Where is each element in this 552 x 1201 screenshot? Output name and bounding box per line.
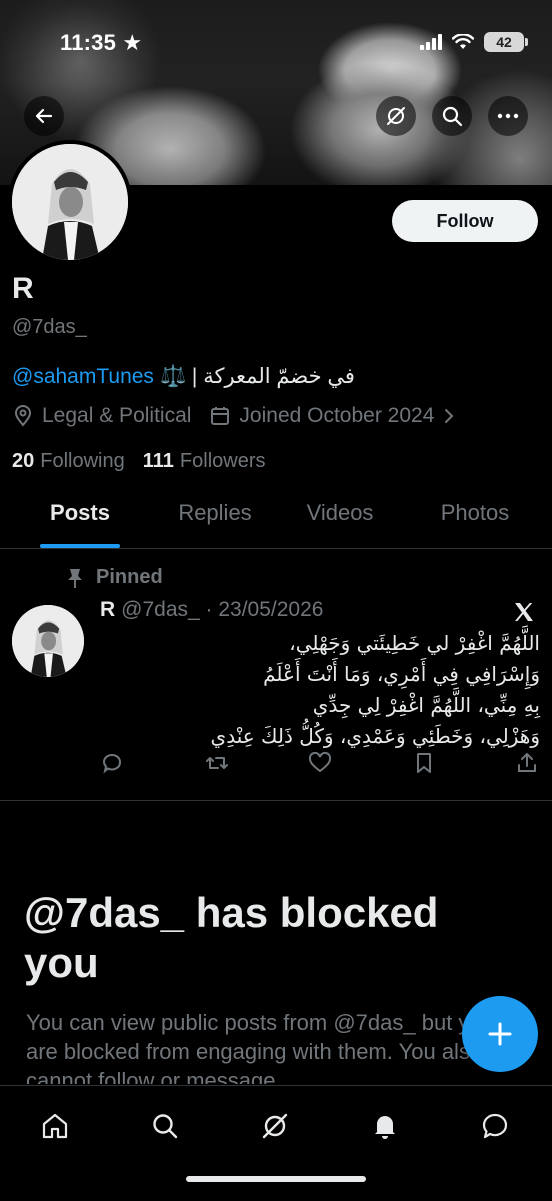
- battery-icon: 42: [484, 32, 528, 52]
- profile-handle: @7das_: [12, 316, 87, 338]
- joined-date: Joined October 2024: [239, 404, 435, 427]
- tab-photos[interactable]: Photos: [410, 500, 540, 548]
- x-logo-icon: [515, 603, 533, 621]
- post-actions: [100, 750, 540, 776]
- tab-label: Photos: [440, 500, 510, 525]
- star-icon: ★: [122, 30, 143, 55]
- chat-bubble-icon: [482, 1113, 508, 1139]
- post-author-name[interactable]: R: [100, 598, 115, 621]
- tab-replies[interactable]: Replies: [160, 500, 270, 548]
- more-button[interactable]: [488, 96, 528, 136]
- follow-button[interactable]: Follow: [392, 200, 538, 242]
- like-icon[interactable]: [307, 750, 333, 776]
- grok-icon: [262, 1113, 288, 1139]
- reply-icon[interactable]: [100, 750, 126, 776]
- back-button[interactable]: [24, 96, 64, 136]
- post-handle-date: @7das_ · 23/05/2026: [121, 598, 324, 621]
- following-count: 20: [12, 450, 35, 472]
- post-text: اللَّهُمَّ اغْفِرْ لي خَطِيئَتي وَجَهْلِ…: [210, 631, 540, 748]
- blocked-title: @7das_ has blocked you: [24, 889, 439, 986]
- profile-avatar[interactable]: [8, 140, 132, 264]
- bio-text: في خضمّ المعركة | ⚖️: [159, 365, 355, 388]
- compose-button[interactable]: [462, 996, 538, 1072]
- profile-meta: Legal & Political Joined October 2024: [12, 404, 456, 428]
- pin-icon: [68, 568, 82, 588]
- nav-home[interactable]: [35, 1106, 75, 1146]
- nav-search[interactable]: [145, 1106, 185, 1146]
- tab-label: Replies: [178, 500, 252, 525]
- status-time: 11:35 ★: [60, 30, 142, 56]
- display-name: R: [12, 272, 34, 305]
- location-pin-icon: [14, 405, 32, 427]
- nav-grok[interactable]: [255, 1106, 295, 1146]
- avatar-image: [12, 144, 128, 260]
- arrow-left-icon: [35, 108, 53, 124]
- home-icon: [42, 1113, 68, 1139]
- more-icon: [497, 113, 519, 119]
- following-link[interactable]: 20 Following: [12, 450, 125, 473]
- tab-label: Videos: [306, 500, 374, 525]
- grok-button[interactable]: [376, 96, 416, 136]
- blocked-body: You can view public posts from @7das_ bu…: [26, 1010, 494, 1084]
- wifi-icon: [452, 34, 474, 49]
- grok-icon: [387, 107, 405, 125]
- calendar-icon: [211, 407, 230, 425]
- share-icon[interactable]: [514, 750, 540, 776]
- tab-label: Posts: [50, 500, 110, 525]
- plus-icon: [488, 1022, 512, 1046]
- home-indicator: [186, 1176, 366, 1182]
- nav-messages[interactable]: [475, 1106, 515, 1146]
- bookmark-icon[interactable]: [411, 750, 437, 776]
- followers-link[interactable]: 111 Followers: [143, 450, 266, 473]
- pinned-label: Pinned: [96, 566, 163, 588]
- tab-active-indicator: [40, 544, 120, 548]
- search-icon: [442, 106, 463, 127]
- avatar-image: [12, 605, 84, 677]
- post-header: R @7das_ · 23/05/2026: [100, 598, 323, 622]
- tab-posts[interactable]: Posts: [0, 500, 160, 548]
- profile-category: Legal & Political: [42, 404, 192, 427]
- nav-notifications[interactable]: [365, 1106, 405, 1146]
- cellular-signal-icon: [420, 34, 442, 50]
- search-icon: [153, 1114, 178, 1139]
- post-author-avatar[interactable]: [12, 605, 84, 677]
- followers-count: 111: [142, 450, 174, 472]
- battery-level: 42: [496, 34, 512, 50]
- bell-icon: [375, 1116, 395, 1139]
- section-divider: [0, 800, 552, 801]
- profile-tabs: Posts Replies Videos Photos: [0, 500, 552, 549]
- pinned-indicator: Pinned: [66, 566, 163, 589]
- followers-label: Followers: [179, 450, 266, 472]
- follow-counts: 20 Following 111 Followers: [12, 450, 265, 473]
- repost-icon[interactable]: [204, 750, 230, 776]
- tab-videos[interactable]: Videos: [270, 500, 410, 548]
- profile-bio: @sahamTunes في خضمّ المعركة | ⚖️: [12, 364, 355, 389]
- search-button[interactable]: [432, 96, 472, 136]
- bottom-nav: [0, 1085, 552, 1201]
- bio-mention-link[interactable]: @sahamTunes: [12, 365, 154, 389]
- chevron-right-icon[interactable]: [442, 406, 456, 426]
- following-label: Following: [40, 450, 125, 472]
- status-icons: 42: [420, 32, 528, 52]
- status-time-text: 11:35: [60, 30, 117, 55]
